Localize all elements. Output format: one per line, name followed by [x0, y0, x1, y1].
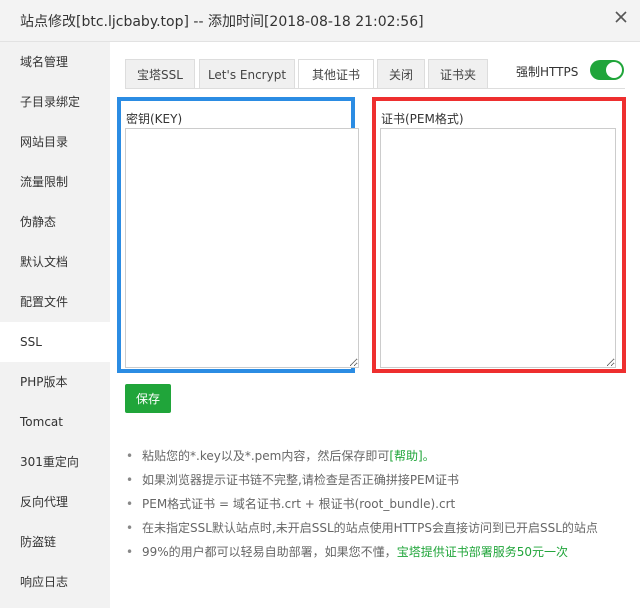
- sidebar-item-traffic-limit[interactable]: 流量限制: [0, 162, 110, 202]
- tab-close[interactable]: 关闭: [377, 59, 425, 89]
- help-notes: 粘贴您的*.key以及*.pem内容，然后保存即可[帮助]。 如果浏览器提示证书…: [126, 444, 598, 564]
- pem-label: 证书(PEM格式): [381, 112, 464, 126]
- tab-lets-encrypt[interactable]: Let's Encrypt: [199, 59, 295, 89]
- window-title: 站点修改[btc.ljcbaby.top] -- 添加时间[2018-08-18…: [20, 14, 424, 30]
- note-text: PEM格式证书 = 域名证书.crt + 根证书(root_bundle).cr…: [142, 497, 456, 511]
- sidebar-item-php-version[interactable]: PHP版本: [0, 362, 110, 402]
- force-https-label: 强制HTTPS: [516, 65, 579, 79]
- help-link[interactable]: [帮助]。: [389, 449, 434, 463]
- toggle-knob: [606, 62, 622, 78]
- note-text: 在未指定SSL默认站点时,未开启SSL的站点使用HTTPS会直接访问到已开启SS…: [142, 521, 598, 535]
- key-label: 密钥(KEY): [126, 112, 183, 126]
- key-textarea[interactable]: [125, 128, 359, 368]
- deploy-service-link[interactable]: 宝塔提供证书部署服务50元一次: [397, 545, 568, 559]
- note-item: PEM格式证书 = 域名证书.crt + 根证书(root_bundle).cr…: [126, 492, 598, 516]
- note-text: 如果浏览器提示证书链不完整,请检查是否正确拼接PEM证书: [142, 473, 459, 487]
- pem-textarea[interactable]: [380, 128, 616, 368]
- tab-other-cert[interactable]: 其他证书: [298, 59, 374, 89]
- save-button[interactable]: 保存: [125, 384, 171, 413]
- note-item: 99%的用户都可以轻易自助部署，如果您不懂，宝塔提供证书部署服务50元一次: [126, 540, 598, 564]
- sidebar: 域名管理 子目录绑定 网站目录 流量限制 伪静态 默认文档 配置文件 SSL P…: [0, 42, 110, 608]
- sidebar-item-tomcat[interactable]: Tomcat: [0, 402, 110, 442]
- force-https-toggle[interactable]: [590, 60, 624, 80]
- sidebar-item-hotlink[interactable]: 防盗链: [0, 522, 110, 562]
- sidebar-item-subdir-binding[interactable]: 子目录绑定: [0, 82, 110, 122]
- sidebar-item-config-file[interactable]: 配置文件: [0, 282, 110, 322]
- pem-panel: 证书(PEM格式): [372, 97, 626, 373]
- note-text: 99%的用户都可以轻易自助部署，如果您不懂，: [142, 545, 397, 559]
- sidebar-item-site-dir[interactable]: 网站目录: [0, 122, 110, 162]
- sidebar-item-domain[interactable]: 域名管理: [0, 42, 110, 82]
- sidebar-item-response-log[interactable]: 响应日志: [0, 562, 110, 602]
- sidebar-item-reverse-proxy[interactable]: 反向代理: [0, 482, 110, 522]
- note-item: 在未指定SSL默认站点时,未开启SSL的站点使用HTTPS会直接访问到已开启SS…: [126, 516, 598, 540]
- sidebar-item-default-doc[interactable]: 默认文档: [0, 242, 110, 282]
- tab-bt-ssl[interactable]: 宝塔SSL: [125, 59, 195, 89]
- close-icon[interactable]: [612, 8, 630, 26]
- sidebar-item-rewrite[interactable]: 伪静态: [0, 202, 110, 242]
- title-bar: 站点修改[btc.ljcbaby.top] -- 添加时间[2018-08-18…: [0, 0, 640, 42]
- tab-divider: [125, 88, 625, 89]
- sidebar-item-redirect[interactable]: 301重定向: [0, 442, 110, 482]
- note-text: 粘贴您的*.key以及*.pem内容，然后保存即可: [142, 449, 390, 463]
- note-item: 如果浏览器提示证书链不完整,请检查是否正确拼接PEM证书: [126, 468, 598, 492]
- key-panel: 密钥(KEY): [117, 97, 359, 373]
- tab-cert-folder[interactable]: 证书夹: [428, 59, 488, 89]
- sidebar-item-ssl[interactable]: SSL: [0, 322, 110, 362]
- note-item: 粘贴您的*.key以及*.pem内容，然后保存即可[帮助]。: [126, 444, 598, 468]
